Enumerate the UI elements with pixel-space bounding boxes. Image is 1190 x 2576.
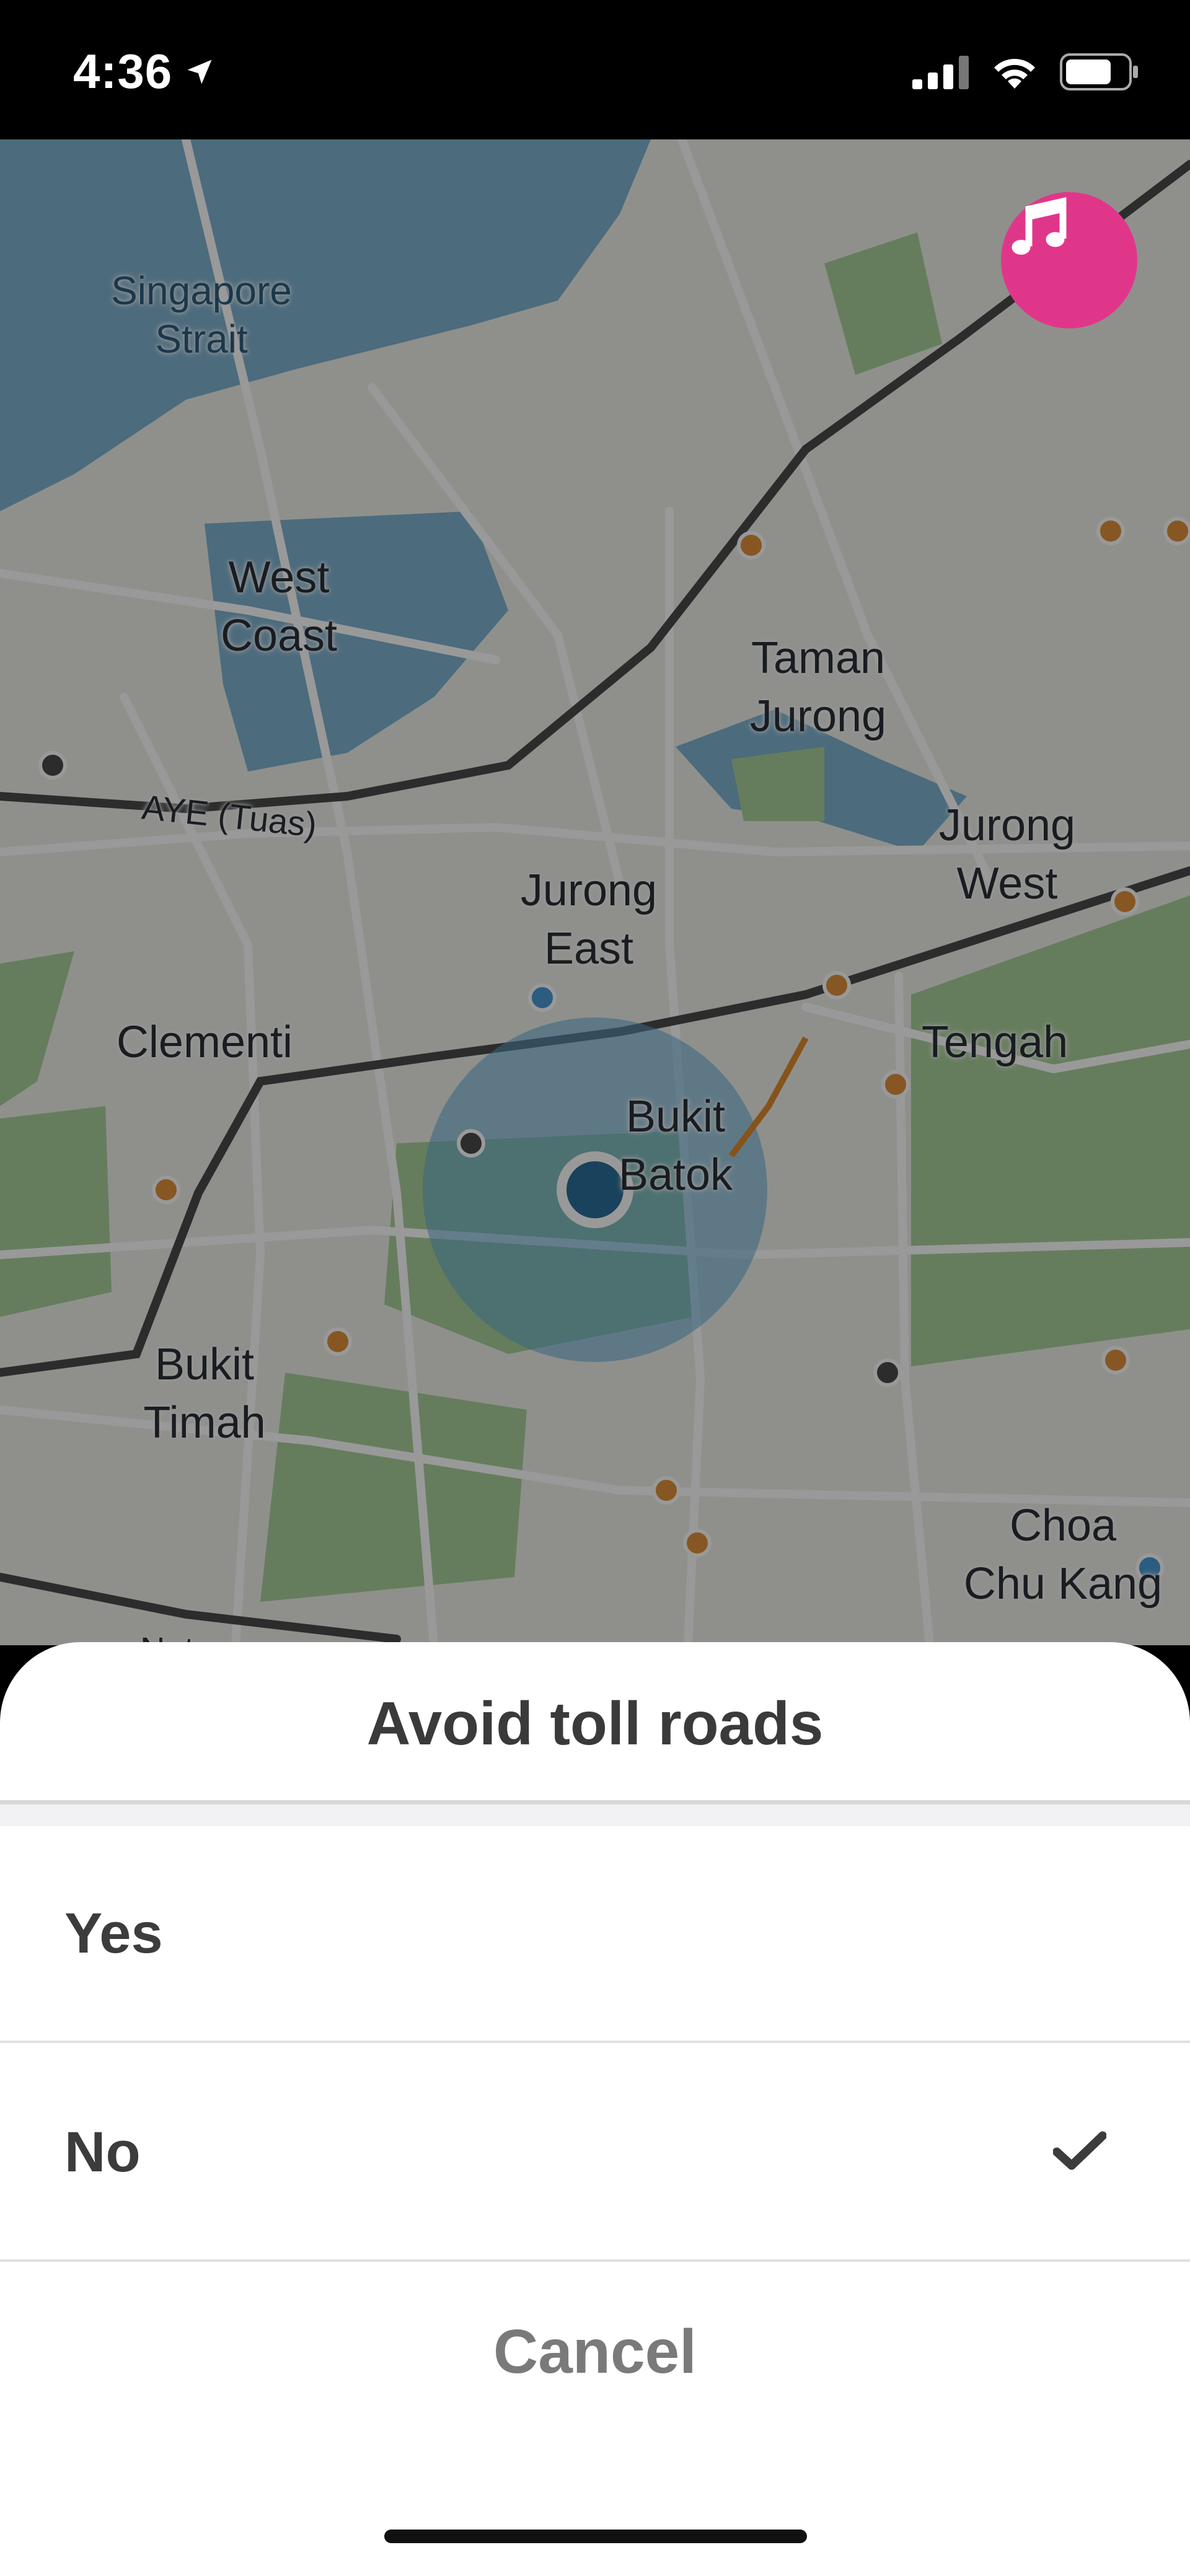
map-label-jurong-west: Jurong West xyxy=(938,801,1076,908)
map-label-bukit-timah: Bukit Timah xyxy=(143,1340,266,1448)
action-sheet: Avoid toll roads Yes No Cancel xyxy=(0,1642,1190,2576)
wifi-icon xyxy=(990,54,1039,93)
map-label-tengah: Tengah xyxy=(921,1018,1069,1067)
cellular-signal-icon xyxy=(912,55,969,92)
map-label-taman-jurong: Taman Jurong xyxy=(749,633,887,741)
option-label-yes: Yes xyxy=(64,1901,163,1965)
map-label-singapore-strait: Singapore Strait xyxy=(111,268,292,361)
home-indicator[interactable] xyxy=(384,2530,807,2543)
checkmark-icon xyxy=(1052,2131,1107,2174)
map-label-clementi: Clementi xyxy=(116,1018,293,1067)
option-yes[interactable]: Yes xyxy=(0,1826,1190,2043)
map-label-west-coast: West Coast xyxy=(220,553,338,661)
music-button[interactable] xyxy=(1001,192,1137,328)
battery-icon xyxy=(1060,53,1140,94)
map-label-bukit-batok: Bukit Batok xyxy=(618,1092,733,1200)
status-bar: 4:36 xyxy=(0,0,1190,139)
location-arrow-icon xyxy=(183,43,216,100)
sheet-title: Avoid toll roads xyxy=(366,1689,824,1757)
map-label-jurong-east: Jurong East xyxy=(520,866,658,974)
status-icons xyxy=(912,53,1140,94)
map-label-nature: Nature xyxy=(118,1620,267,1645)
sheet-divider xyxy=(0,1800,1190,1826)
map-view[interactable]: Singapore Strait West Coast Taman Jurong… xyxy=(0,139,1190,1645)
cancel-button[interactable]: Cancel xyxy=(0,2268,1190,2435)
map-label-choa-chu-kang: Choa Chu Kang xyxy=(963,1501,1163,1609)
option-no[interactable]: No xyxy=(0,2045,1190,2262)
status-time: 4:36 xyxy=(73,44,173,99)
option-label-no: No xyxy=(64,2120,141,2184)
status-time-group: 4:36 xyxy=(73,43,216,100)
